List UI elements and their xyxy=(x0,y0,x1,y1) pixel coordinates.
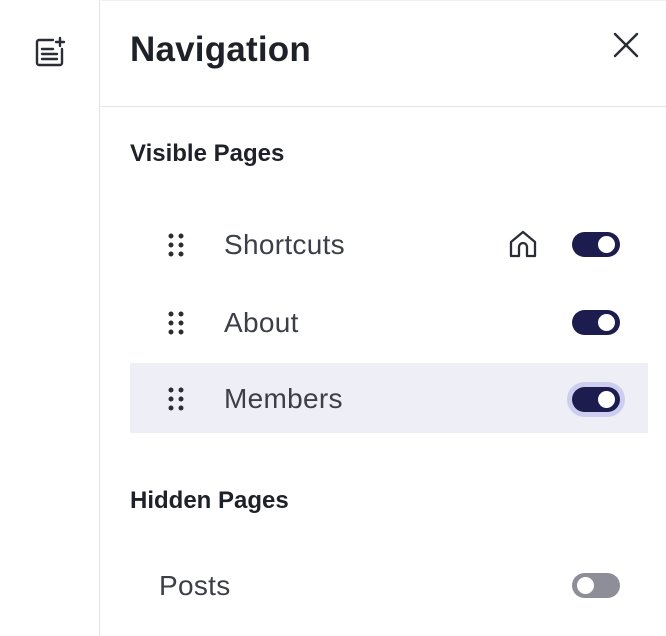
page-row-members[interactable]: Members xyxy=(130,363,648,433)
page-title: Navigation xyxy=(130,30,311,69)
app-window: Navigation Visible Pages Shortcuts About… xyxy=(0,0,666,636)
visibility-toggle-members[interactable] xyxy=(572,387,620,412)
toggle-knob xyxy=(598,314,615,331)
visibility-toggle-shortcuts[interactable] xyxy=(572,232,620,257)
toggle-knob xyxy=(598,391,615,408)
page-row-about[interactable]: About xyxy=(130,287,648,357)
left-rail xyxy=(0,0,100,636)
toggle-knob xyxy=(598,236,615,253)
page-row-shortcuts[interactable]: Shortcuts xyxy=(130,209,648,279)
panel-header: Navigation xyxy=(101,0,666,107)
page-row-label: Members xyxy=(224,383,343,414)
visibility-toggle-posts[interactable] xyxy=(572,573,620,598)
document-add-icon[interactable] xyxy=(32,34,68,70)
visibility-toggle-about[interactable] xyxy=(572,310,620,335)
home-icon xyxy=(506,227,540,261)
close-icon xyxy=(613,32,639,58)
toggle-knob xyxy=(577,577,594,594)
page-row-label: About xyxy=(224,307,299,338)
drag-handle-icon[interactable] xyxy=(166,309,186,337)
page-row-posts[interactable]: Posts xyxy=(130,550,648,620)
drag-handle-icon[interactable] xyxy=(166,231,186,259)
hidden-pages-heading: Hidden Pages xyxy=(130,487,289,514)
close-button[interactable] xyxy=(607,28,645,62)
page-row-label: Posts xyxy=(159,570,231,601)
drag-handle-icon[interactable] xyxy=(166,385,186,413)
navigation-panel: Navigation Visible Pages Shortcuts About… xyxy=(101,0,666,636)
visible-pages-heading: Visible Pages xyxy=(130,140,285,167)
page-row-label: Shortcuts xyxy=(224,229,345,260)
